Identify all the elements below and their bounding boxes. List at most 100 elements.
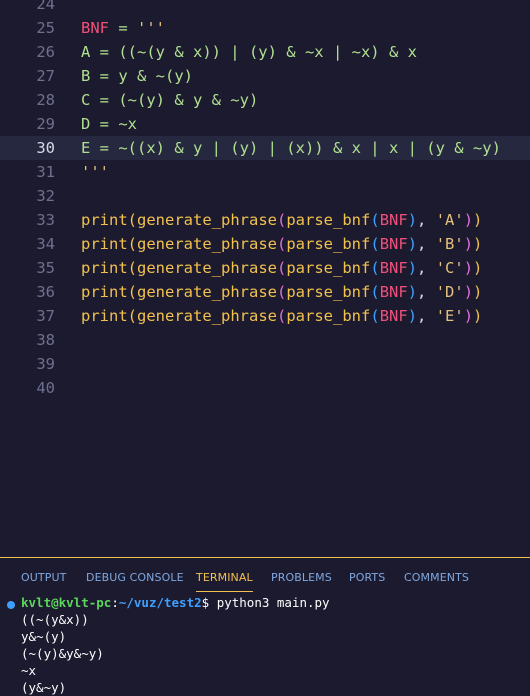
code-text: A = ((~(y & x)) | (y) & ~x | ~x) & x	[81, 40, 417, 64]
code-token: B = y & ~(y)	[81, 67, 193, 85]
terminal-output-line: (~(y)&y&~y)	[21, 646, 104, 661]
code-token: )	[407, 211, 418, 229]
tab-terminal[interactable]: TERMINAL	[196, 571, 253, 592]
line-number: 31	[36, 163, 55, 181]
line-number: 29	[36, 115, 55, 133]
code-token: BNF	[81, 19, 109, 37]
code-line[interactable]: 40	[0, 376, 530, 400]
code-token: E = ~((x) & y | (y) | (x)) & x | x | (y …	[81, 139, 501, 157]
code-token: ,	[417, 259, 436, 277]
code-line[interactable]: 38	[0, 328, 530, 352]
code-token: )	[473, 259, 483, 277]
code-token: )	[473, 283, 483, 301]
terminal-output-line: ((~(y&x))	[21, 612, 89, 627]
code-token: BNF	[379, 211, 408, 229]
code-token: (	[127, 235, 138, 253]
line-number: 34	[36, 235, 55, 253]
code-token: 'A'	[435, 211, 464, 229]
terminal-output-line: y&~(y)	[21, 629, 67, 644]
code-token: (	[370, 211, 380, 229]
code-token: (	[277, 307, 287, 325]
tab-comments[interactable]: COMMENTS	[404, 571, 469, 584]
code-token: )	[407, 307, 418, 325]
code-line[interactable]: 28 C = (~(y) & y & ~y)	[0, 88, 530, 112]
code-line[interactable]: 27 B = y & ~(y)	[0, 64, 530, 88]
tab-ports[interactable]: PORTS	[349, 571, 385, 584]
code-token: generate_phrase	[137, 283, 277, 301]
code-token: generate_phrase	[137, 307, 277, 325]
line-number: 38	[36, 331, 55, 349]
prompt-path: ~/vuz/test2	[118, 595, 202, 610]
code-token: )	[473, 235, 483, 253]
code-line[interactable]: 29 D = ~x	[0, 112, 530, 136]
code-line[interactable]: 24	[0, 0, 530, 16]
code-token: (	[127, 259, 138, 277]
code-line[interactable]: 35 print(generate_phrase(parse_bnf(BNF), …	[0, 256, 530, 280]
code-token: (	[277, 283, 287, 301]
line-number: 39	[36, 355, 55, 373]
code-token: )	[463, 211, 474, 229]
tab-debug-console[interactable]: DEBUG CONSOLE	[86, 571, 184, 584]
code-text: print(generate_phrase(parse_bnf(BNF), 'E…	[81, 304, 482, 328]
terminal-status-dot-icon	[7, 601, 15, 609]
code-text: '''	[81, 160, 109, 184]
line-number: 37	[36, 307, 55, 325]
terminal-output-line: ~x	[21, 663, 37, 678]
line-number: 36	[36, 283, 55, 301]
code-line[interactable]: 32	[0, 184, 530, 208]
line-number: 35	[36, 259, 55, 277]
code-text: D = ~x	[81, 112, 137, 136]
code-token: (	[127, 283, 138, 301]
code-token: 'C'	[435, 259, 464, 277]
code-line[interactable]: 37 print(generate_phrase(parse_bnf(BNF), …	[0, 304, 530, 328]
code-token: )	[407, 283, 418, 301]
line-number: 26	[36, 43, 55, 61]
code-line[interactable]: 26 A = ((~(y & x)) | (y) & ~x | ~x) & x	[0, 40, 530, 64]
code-line[interactable]: 31 '''	[0, 160, 530, 184]
code-token: ,	[417, 235, 436, 253]
code-token: BNF	[379, 259, 408, 277]
code-token: generate_phrase	[137, 259, 277, 277]
code-token: parse_bnf	[286, 307, 371, 325]
code-token: 'B'	[435, 235, 464, 253]
line-number: 30	[36, 139, 55, 157]
code-line[interactable]: 36 print(generate_phrase(parse_bnf(BNF), …	[0, 280, 530, 304]
code-token: generate_phrase	[137, 211, 277, 229]
terminal-output-line: (y&~y)	[21, 680, 67, 695]
code-token: )	[407, 259, 418, 277]
tab-problems[interactable]: PROBLEMS	[271, 571, 332, 584]
code-text: C = (~(y) & y & ~y)	[81, 88, 258, 112]
prompt-command: $ python3 main.py	[201, 595, 330, 610]
code-token: BNF	[379, 307, 408, 325]
code-token: (	[127, 307, 138, 325]
code-token: '''	[81, 163, 109, 181]
code-line[interactable]: 39	[0, 352, 530, 376]
code-token: '''	[137, 19, 165, 37]
tab-output[interactable]: OUTPUT	[21, 571, 66, 584]
code-line[interactable]: 34 print(generate_phrase(parse_bnf(BNF), …	[0, 232, 530, 256]
code-token: (	[370, 259, 380, 277]
code-text: print(generate_phrase(parse_bnf(BNF), 'C…	[81, 256, 482, 280]
code-token: ,	[417, 211, 436, 229]
code-text: print(generate_phrase(parse_bnf(BNF), 'A…	[81, 208, 482, 232]
code-token: print	[81, 283, 128, 301]
prompt-separator: :	[111, 595, 119, 610]
code-line[interactable]: 33 print(generate_phrase(parse_bnf(BNF), …	[0, 208, 530, 232]
terminal-prompt-line: kvlt@kvlt-pc:~/vuz/test2$ python3 main.p…	[21, 594, 330, 611]
code-line[interactable]: 25 BNF = '''	[0, 16, 530, 40]
bottom-panel: OUTPUT DEBUG CONSOLE TERMINAL PROBLEMS PORTS…	[0, 557, 530, 696]
code-token: 'E'	[435, 307, 464, 325]
code-text: print(generate_phrase(parse_bnf(BNF), 'D…	[81, 280, 482, 304]
code-token: (	[370, 307, 380, 325]
code-token: )	[463, 307, 474, 325]
code-token: parse_bnf	[286, 283, 371, 301]
code-token: print	[81, 259, 128, 277]
code-token: parse_bnf	[286, 235, 371, 253]
code-token: ,	[417, 307, 436, 325]
code-editor[interactable]: 24 25 BNF = ''' 26 A = ((~(y & x)) | (y) & ~…	[0, 0, 530, 557]
code-line[interactable]: 30 E = ~((x) & y | (y) | (x)) & x | x | (…	[0, 136, 530, 160]
prompt-user: kvlt@kvlt-pc	[21, 595, 112, 610]
code-token: )	[463, 235, 474, 253]
code-token: print	[81, 235, 128, 253]
code-token: )	[473, 211, 483, 229]
